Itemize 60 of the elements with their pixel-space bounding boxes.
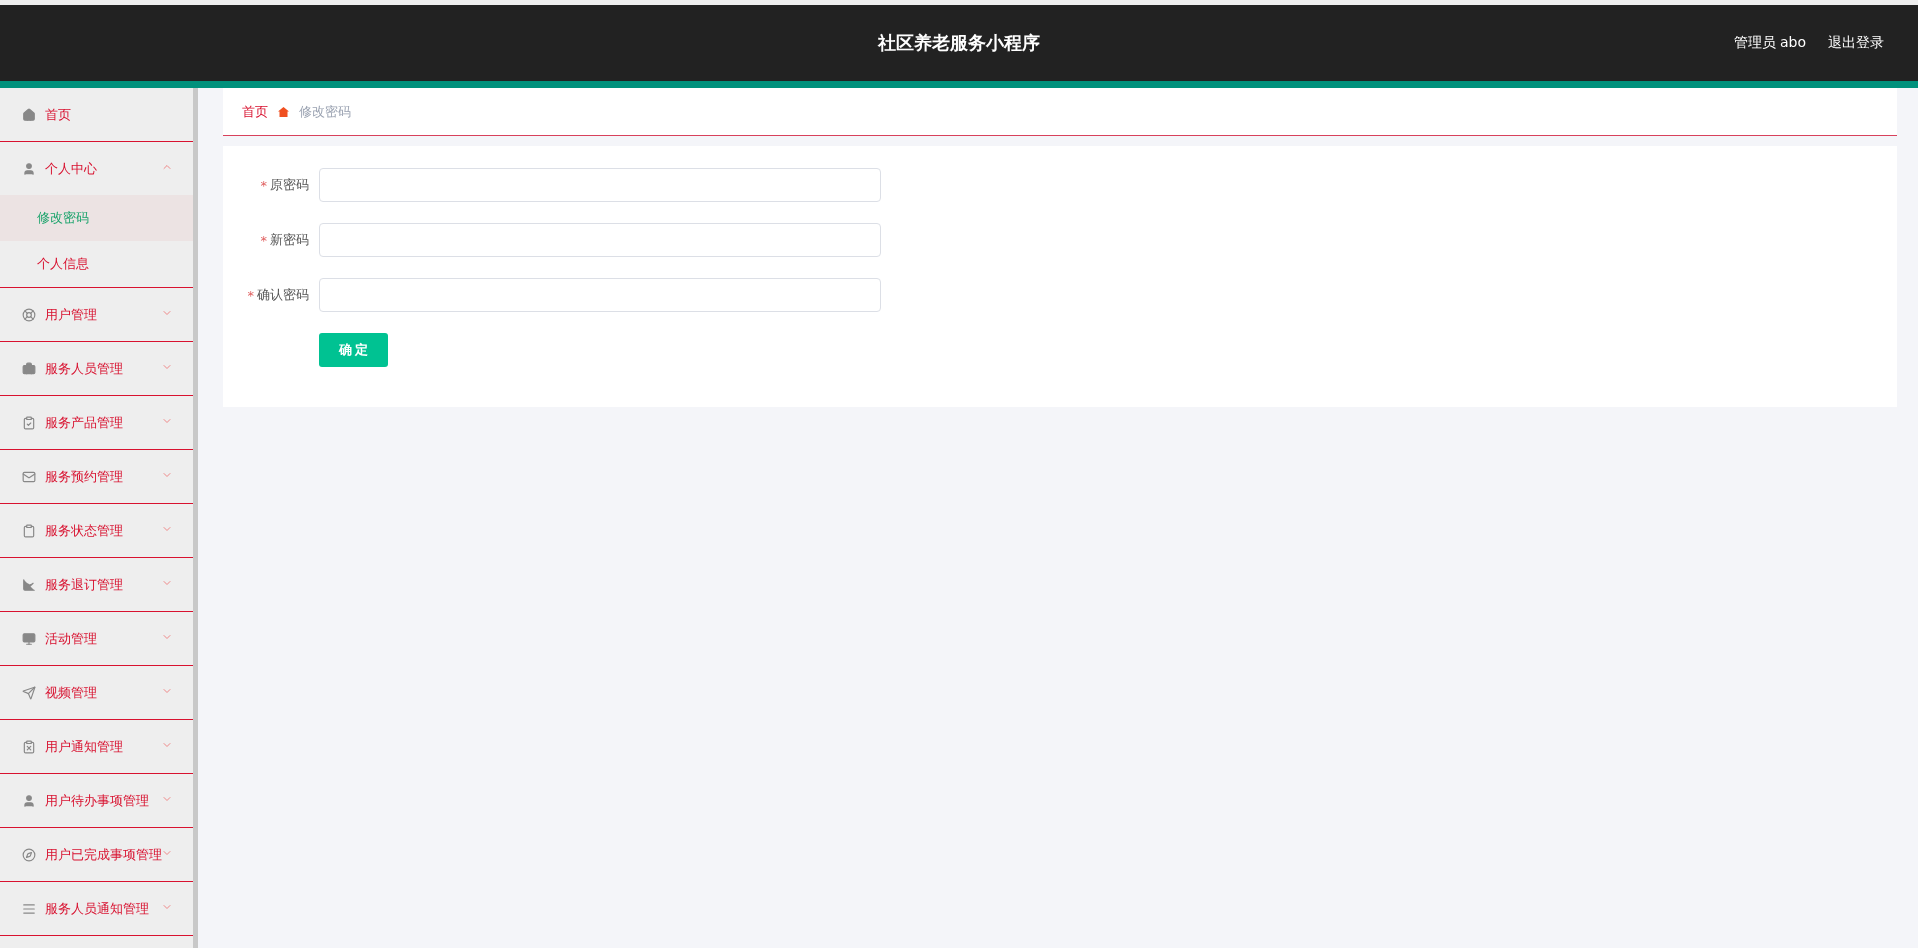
field-label: 新密码 [270,231,309,249]
sidebar-label: 首页 [45,105,71,124]
sidebar-label: 用户已完成事项管理 [45,845,162,864]
sidebar-label: 服务产品管理 [45,413,123,432]
confirm-button[interactable]: 确 定 [319,333,388,367]
sidebar-label: 个人中心 [45,159,97,178]
submenu-item[interactable]: 个人信息 [0,241,193,287]
sidebar-item[interactable]: 视频管理 [0,666,193,720]
menu-icon [22,901,36,916]
sidebar-item[interactable]: 服务状态管理 [0,504,193,558]
sidebar-item[interactable]: 用户待办事项管理 [0,774,193,828]
sidebar-label: 活动管理 [45,629,97,648]
house-icon [278,106,289,117]
sidebar-item[interactable]: 用户通知管理 [0,720,193,774]
password-field[interactable] [319,168,881,202]
field-label: 原密码 [270,176,309,194]
sidebar-item[interactable]: 用户已完成事项管理 [0,828,193,882]
sidebar-item[interactable]: 服务人员通知管理 [0,882,193,936]
user-name: 管理员 abo [1733,34,1806,52]
menu-icon [22,107,36,122]
password-field[interactable] [319,278,881,312]
menu-icon [22,739,36,754]
required-mark: * [247,287,254,303]
sidebar-item[interactable]: 服务人员管理 [0,342,193,396]
sidebar-label: 服务人员管理 [45,359,123,378]
menu-icon [22,161,36,176]
sidebar-label: 用户待办事项管理 [45,791,149,810]
app-title: 社区养老服务小程序 [878,31,1040,55]
menu-icon [22,793,36,808]
required-mark: * [260,177,267,193]
sidebar-label: 服务人员通知管理 [45,899,149,918]
sidebar-item[interactable]: 个人中心 [0,142,193,195]
menu-icon [22,361,36,376]
sidebar-label: 视频管理 [45,683,97,702]
required-mark: * [260,232,267,248]
menu-icon [22,631,36,646]
sidebar-item[interactable]: 服务预约管理 [0,450,193,504]
menu-icon [22,847,36,862]
field-label: 确认密码 [257,286,309,304]
logout-link[interactable]: 退出登录 [1828,34,1884,52]
sidebar-label: 用户管理 [45,305,97,324]
breadcrumb-current: 修改密码 [299,102,351,121]
menu-icon [22,577,36,592]
submenu-item[interactable]: 修改密码 [0,195,193,241]
menu-icon [22,307,36,322]
sidebar-item[interactable]: 服务退订管理 [0,558,193,612]
breadcrumb-link[interactable]: 首页 [242,102,268,121]
sidebar-label: 服务状态管理 [45,521,123,540]
sidebar-item[interactable]: 用户管理 [0,288,193,342]
menu-icon [22,685,36,700]
password-field[interactable] [319,223,881,257]
sidebar-item[interactable]: 首页 [0,88,193,142]
sidebar-label: 服务退订管理 [45,575,123,594]
sidebar-label: 用户通知管理 [45,737,123,756]
menu-icon [22,415,36,430]
menu-icon [22,523,36,538]
menu-icon [22,469,36,484]
sidebar-item[interactable]: 服务产品管理 [0,396,193,450]
sidebar-label: 服务预约管理 [45,467,123,486]
sidebar-item[interactable]: 活动管理 [0,612,193,666]
